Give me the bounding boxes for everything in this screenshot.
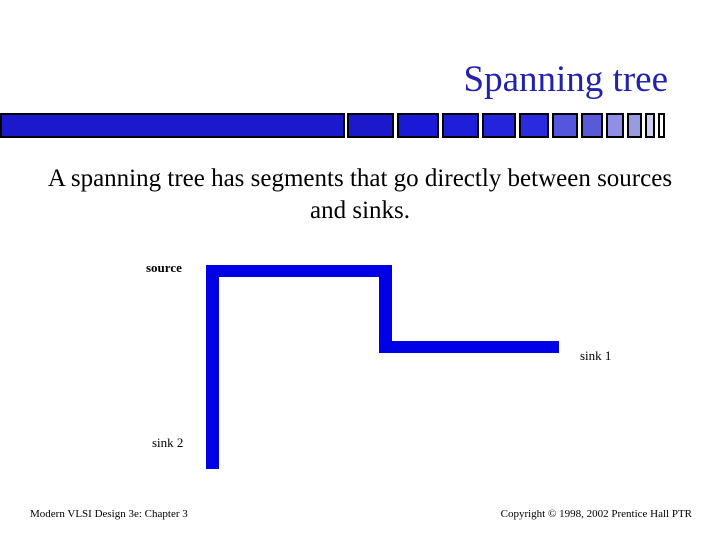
decorative-bar-block-3 [442, 113, 479, 138]
diagram-label-source: source [146, 260, 182, 275]
decorative-bar-block-5 [519, 113, 549, 138]
diagram-label-sink-1: sink 1 [580, 348, 612, 363]
top-horizontal-segment [206, 265, 392, 277]
slide: Spanning tree A spanning tree has segmen… [0, 0, 720, 540]
decorative-bar-block-11 [658, 113, 665, 138]
footer-chapter-label: Modern VLSI Design 3e: Chapter 3 [30, 508, 188, 520]
decorative-bar-block-9 [627, 113, 642, 138]
decorative-bar-block-6 [552, 113, 578, 138]
decorative-bar-block-7 [581, 113, 603, 138]
decorative-bar-block-0 [0, 113, 345, 138]
spanning-tree-diagram: source sink 1 sink 2 [0, 240, 720, 470]
decorative-fade-bar [0, 113, 720, 138]
slide-footer: Modern VLSI Design 3e: Chapter 3 Copyrig… [0, 508, 720, 528]
sink1-horizontal-segment [379, 341, 559, 353]
decorative-bar-block-8 [606, 113, 624, 138]
footer-copyright-label: Copyright © 1998, 2002 Prentice Hall PTR [500, 508, 692, 520]
slide-body-text: A spanning tree has segments that go dir… [47, 165, 673, 224]
right-vertical-drop [379, 265, 392, 352]
decorative-bar-block-2 [397, 113, 439, 138]
decorative-bar-block-10 [645, 113, 655, 138]
decorative-bar-block-1 [347, 113, 394, 138]
diagram-label-sink-2: sink 2 [152, 435, 184, 450]
page-title: Spanning tree [463, 59, 668, 100]
decorative-bar-block-4 [482, 113, 516, 138]
source-vertical-trunk [206, 265, 219, 469]
